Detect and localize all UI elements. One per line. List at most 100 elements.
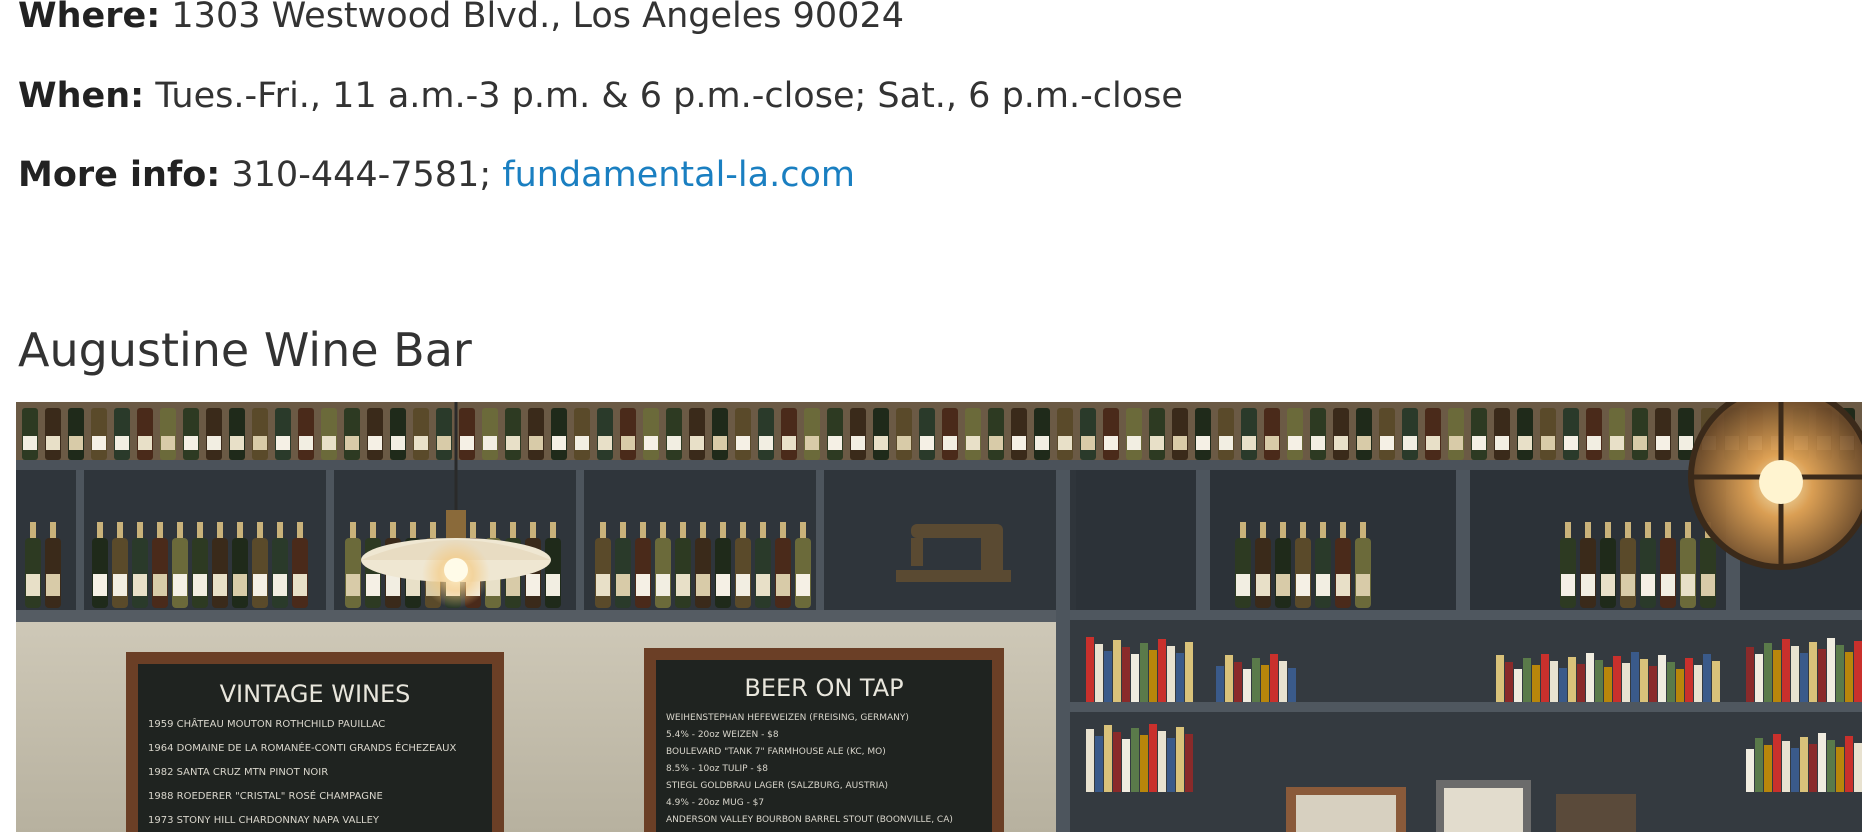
book	[1532, 665, 1540, 702]
book	[1234, 662, 1242, 702]
where-value: 1303 Westwood Blvd., Los Angeles 90024	[171, 0, 904, 36]
book	[1667, 662, 1675, 702]
book	[1104, 725, 1112, 792]
bottle	[551, 408, 567, 460]
chalk-line: ANDERSON VALLEY BOURBON BARREL STOUT (BO…	[666, 815, 953, 825]
bottle	[896, 408, 912, 460]
chalk-line: 8.5% - 10oz TULIP - $8	[666, 764, 768, 774]
bottle	[1172, 408, 1188, 460]
book	[1104, 651, 1112, 702]
chalk-line: 5.4% - 20oz WEIZEN - $8	[666, 730, 779, 740]
bottle	[1241, 408, 1257, 460]
book	[1279, 661, 1287, 702]
bottle	[988, 408, 1004, 460]
book	[1113, 732, 1121, 792]
bottle	[206, 408, 222, 460]
book	[1225, 655, 1233, 702]
bottle	[775, 538, 791, 608]
book	[1773, 650, 1781, 702]
book	[1122, 647, 1130, 702]
book	[1818, 733, 1826, 792]
bottle	[1264, 408, 1280, 460]
bottle	[755, 538, 771, 608]
bottle	[137, 408, 153, 460]
book	[1095, 644, 1103, 702]
when-line: When: Tues.-Fri., 11 a.m.-3 p.m. & 6 p.m…	[18, 76, 1183, 116]
bottle	[22, 408, 38, 460]
bottle	[919, 408, 935, 460]
bottle	[112, 538, 128, 608]
chalk-line: STIEGL GOLDBRAU LAGER (SALZBURG, AUSTRIA…	[666, 781, 888, 791]
bottle	[1655, 408, 1671, 460]
chalkboard-beer-on-tap: BEER ON TAP WEIHENSTEPHAN HEFEWEIZEN (FR…	[644, 648, 1004, 832]
chalk-line: 1982 SANTA CRUZ MTN PINOT NOIR	[148, 767, 328, 778]
book	[1113, 640, 1121, 702]
book	[1185, 642, 1193, 702]
bottle	[735, 408, 751, 460]
book	[1694, 665, 1702, 702]
book	[1818, 649, 1826, 702]
bottle	[114, 408, 130, 460]
bottle	[850, 408, 866, 460]
bottle	[1425, 408, 1441, 460]
book	[1514, 669, 1522, 702]
bottle	[1563, 408, 1579, 460]
book	[1216, 666, 1224, 702]
book	[1845, 652, 1853, 702]
bar-photo-illustration: VINTAGE WINES 1959 CHÂTEAU MOUTON ROTHCH…	[16, 402, 1862, 832]
bottle	[545, 538, 561, 608]
bottle	[1560, 538, 1576, 608]
phone-number: 310-444-7581;	[231, 155, 503, 195]
book	[1496, 655, 1504, 702]
bottle	[1295, 538, 1311, 608]
book	[1809, 744, 1817, 792]
book	[1261, 665, 1269, 702]
book	[1764, 745, 1772, 792]
book	[1252, 658, 1260, 702]
book	[1791, 748, 1799, 792]
website-link[interactable]: fundamental-la.com	[502, 155, 855, 195]
book	[1640, 659, 1648, 702]
book	[1773, 734, 1781, 792]
bottle	[1310, 408, 1326, 460]
bottle	[192, 538, 208, 608]
bottle	[795, 538, 811, 608]
bottle	[1640, 538, 1656, 608]
book	[1782, 639, 1790, 702]
book	[1809, 642, 1817, 702]
book	[1523, 658, 1531, 702]
where-line: Where: 1303 Westwood Blvd., Los Angeles …	[18, 0, 904, 36]
bottle	[1540, 408, 1556, 460]
bottle	[459, 408, 475, 460]
book	[1595, 660, 1603, 702]
bottle	[344, 408, 360, 460]
book	[1622, 663, 1630, 702]
book	[1836, 645, 1844, 702]
book	[1288, 668, 1296, 702]
chalk-line: WEIHENSTEPHAN HEFEWEIZEN (FREISING, GERM…	[666, 713, 909, 723]
book	[1604, 667, 1612, 702]
book	[1541, 654, 1549, 702]
bottle	[715, 538, 731, 608]
bottle	[597, 408, 613, 460]
book	[1782, 741, 1790, 792]
bottle	[68, 408, 84, 460]
bottle	[1218, 408, 1234, 460]
bottle	[695, 538, 711, 608]
chalk-line: 1988 ROEDERER "CRISTAL" ROSÉ CHAMPAGNE	[148, 789, 383, 802]
book	[1176, 727, 1184, 792]
bottle	[172, 538, 188, 608]
book	[1131, 654, 1139, 702]
bottle	[675, 538, 691, 608]
book	[1613, 656, 1621, 702]
book	[1122, 739, 1130, 792]
book	[1800, 737, 1808, 792]
bottle	[615, 538, 631, 608]
bottle	[1103, 408, 1119, 460]
book	[1140, 643, 1148, 702]
book	[1827, 638, 1835, 702]
bottle	[635, 538, 651, 608]
book	[1764, 643, 1772, 702]
book	[1685, 658, 1693, 702]
bottle	[1471, 408, 1487, 460]
